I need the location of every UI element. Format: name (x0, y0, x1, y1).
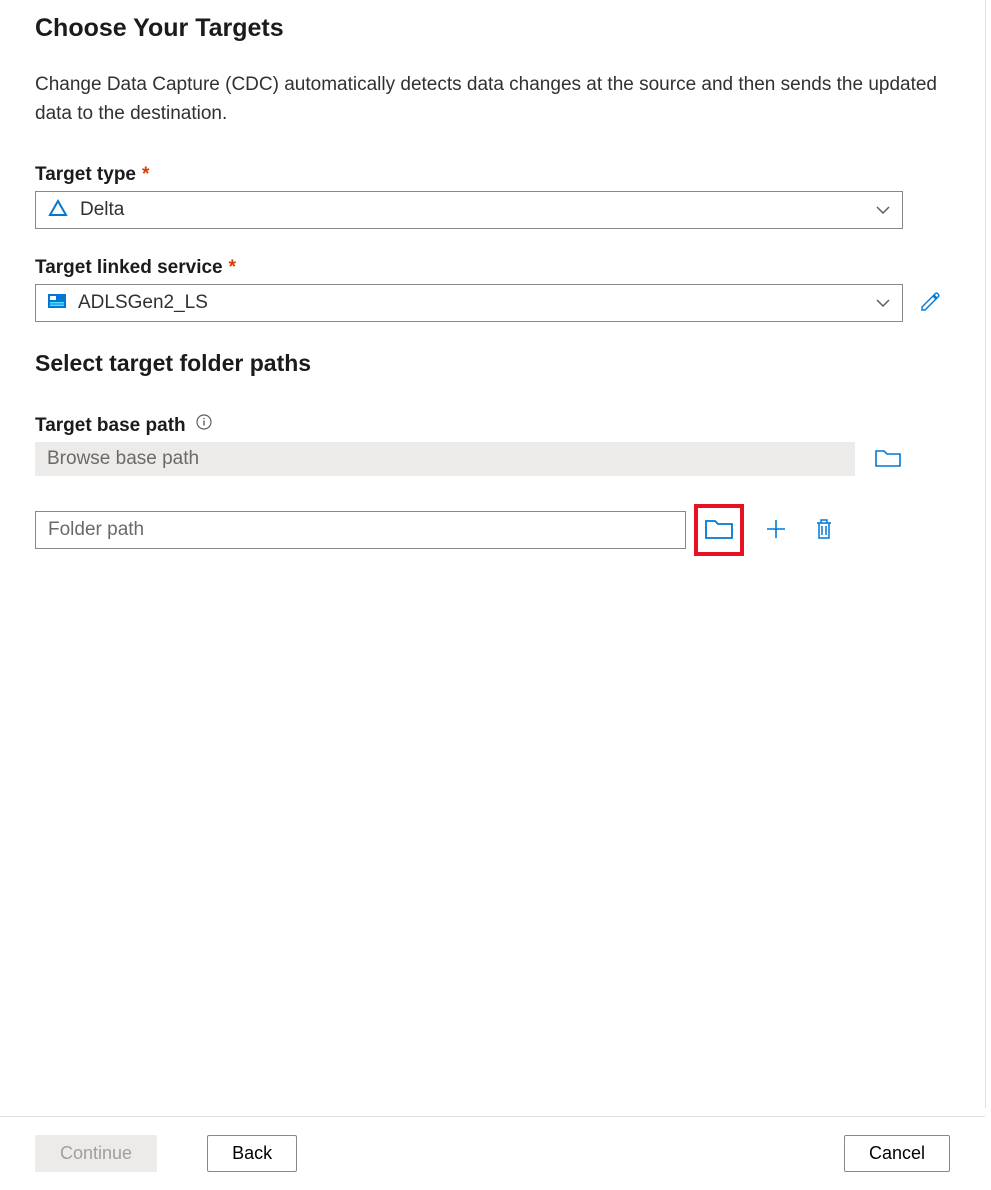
target-type-dropdown[interactable]: Delta (35, 191, 903, 229)
storage-icon (48, 294, 66, 313)
delete-folder-path-button[interactable] (808, 514, 840, 546)
base-path-input[interactable] (35, 442, 855, 476)
linked-service-dropdown[interactable]: ADLSGen2_LS (35, 284, 903, 322)
back-button[interactable]: Back (207, 1135, 297, 1172)
trash-icon (814, 518, 834, 543)
target-type-value: Delta (80, 199, 124, 221)
cancel-button[interactable]: Cancel (844, 1135, 950, 1172)
browse-base-path-button[interactable] (873, 446, 903, 473)
linked-service-label: Target linked service * (35, 257, 950, 279)
target-type-label: Target type * (35, 164, 950, 186)
continue-button: Continue (35, 1135, 157, 1172)
folder-icon (875, 448, 901, 471)
info-icon[interactable] (196, 414, 212, 430)
page-title: Choose Your Targets (35, 14, 950, 43)
footer: Continue Back Cancel (0, 1116, 985, 1190)
highlighted-browse-container (694, 504, 744, 556)
linked-service-value: ADLSGen2_LS (78, 292, 208, 314)
browse-folder-path-button[interactable] (705, 518, 733, 543)
required-indicator: * (142, 164, 149, 186)
folder-icon (705, 518, 733, 543)
add-folder-path-button[interactable] (760, 514, 792, 546)
folder-path-input[interactable] (35, 511, 686, 549)
required-indicator: * (229, 257, 236, 279)
delta-icon (48, 199, 68, 222)
chevron-down-icon (876, 201, 890, 219)
plus-icon (765, 518, 787, 543)
page-description: Change Data Capture (CDC) automatically … (35, 71, 950, 128)
edit-linked-service-button[interactable] (917, 289, 943, 318)
pencil-icon (919, 301, 941, 316)
chevron-down-icon (876, 294, 890, 312)
main-content: Choose Your Targets Change Data Capture … (0, 0, 986, 1108)
folder-paths-section-title: Select target folder paths (35, 350, 950, 377)
base-path-label: Target base path (35, 415, 950, 437)
